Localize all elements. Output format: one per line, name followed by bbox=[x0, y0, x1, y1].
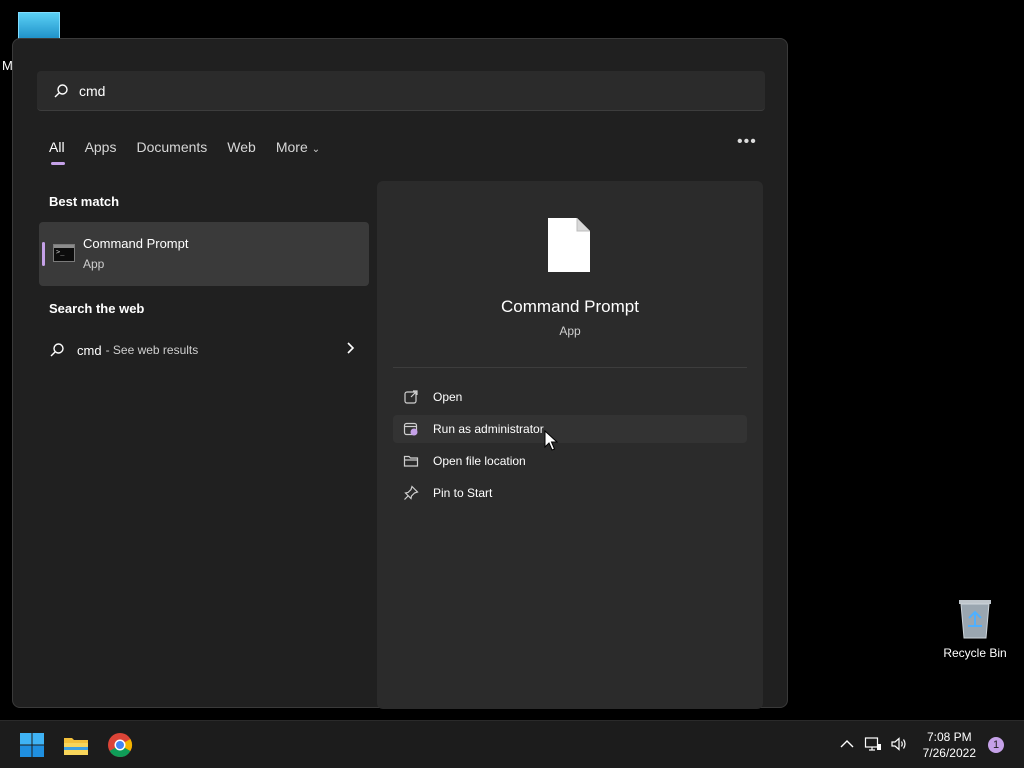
action-open-file-location[interactable]: Open file location bbox=[393, 447, 747, 475]
start-search-panel: All Apps Documents Web More⌄ ••• Best ma… bbox=[12, 38, 788, 709]
taskbar: 7:08 PM 7/26/2022 1 bbox=[0, 720, 1024, 768]
folder-icon bbox=[403, 455, 419, 467]
pin-icon bbox=[404, 485, 419, 500]
notification-badge[interactable]: 1 bbox=[988, 737, 1004, 753]
tab-apps[interactable]: Apps bbox=[85, 139, 117, 155]
recycle-bin-icon bbox=[956, 596, 994, 640]
clock-time: 7:08 PM bbox=[926, 730, 972, 744]
best-match-title: Command Prompt bbox=[83, 236, 189, 251]
preview-title: Command Prompt bbox=[501, 297, 639, 316]
result-preview-pane: Command Prompt App Open Run as administr… bbox=[377, 181, 763, 709]
chevron-up-icon[interactable] bbox=[838, 735, 856, 753]
action-pin-to-start[interactable]: Pin to Start bbox=[393, 479, 747, 507]
chrome-icon[interactable] bbox=[106, 731, 134, 759]
search-input[interactable] bbox=[79, 82, 729, 99]
tab-more-label: More bbox=[275, 139, 308, 155]
search-icon bbox=[54, 83, 68, 97]
divider bbox=[393, 367, 747, 368]
network-icon[interactable] bbox=[864, 735, 882, 753]
search-filter-tabs: All Apps Documents Web More ⌄ bbox=[49, 137, 340, 165]
shield-admin-icon bbox=[403, 422, 418, 436]
command-prompt-icon bbox=[53, 244, 75, 262]
selection-indicator bbox=[42, 242, 45, 266]
chevron-right-icon bbox=[347, 342, 355, 354]
search-box[interactable] bbox=[37, 71, 765, 111]
more-options-icon[interactable]: ••• bbox=[737, 133, 757, 151]
file-explorer-icon[interactable] bbox=[62, 731, 90, 759]
best-match-subtitle: App bbox=[83, 257, 105, 271]
tab-all[interactable]: All bbox=[49, 139, 65, 165]
desktop-shortcut-icon[interactable] bbox=[18, 12, 60, 40]
document-icon bbox=[548, 218, 590, 272]
preview-subtitle: App bbox=[559, 324, 581, 338]
best-match-result[interactable]: Command Prompt App bbox=[39, 222, 369, 286]
search-web-heading: Search the web bbox=[49, 301, 145, 316]
clock[interactable]: 7:08 PM 7/26/2022 bbox=[923, 729, 976, 761]
search-icon bbox=[50, 343, 64, 357]
tab-documents[interactable]: Documents bbox=[136, 139, 207, 155]
chevron-down-icon: ⌄ bbox=[311, 144, 321, 155]
web-search-hint: - See web results bbox=[105, 343, 199, 357]
mouse-cursor-icon bbox=[544, 430, 558, 451]
action-open-label: Open bbox=[433, 390, 463, 404]
tab-web[interactable]: Web bbox=[227, 139, 256, 155]
action-run-as-administrator-label: Run as administrator bbox=[433, 422, 544, 436]
windows-start-icon[interactable] bbox=[18, 731, 46, 759]
clock-date: 7/26/2022 bbox=[922, 746, 976, 760]
recycle-bin[interactable]: Recycle Bin bbox=[940, 596, 1010, 660]
volume-icon[interactable] bbox=[890, 735, 908, 753]
action-pin-to-start-label: Pin to Start bbox=[433, 486, 493, 500]
recycle-bin-label: Recycle Bin bbox=[943, 646, 1007, 660]
action-run-as-administrator[interactable]: Run as administrator bbox=[393, 415, 747, 443]
best-match-heading: Best match bbox=[49, 194, 120, 209]
tab-more[interactable]: More ⌄ bbox=[276, 139, 320, 155]
open-external-icon bbox=[404, 390, 418, 404]
action-open-file-location-label: Open file location bbox=[433, 454, 526, 468]
web-search-result[interactable]: cmd - See web results bbox=[49, 339, 355, 361]
action-open[interactable]: Open bbox=[393, 383, 747, 411]
web-search-query: cmd bbox=[77, 342, 102, 358]
